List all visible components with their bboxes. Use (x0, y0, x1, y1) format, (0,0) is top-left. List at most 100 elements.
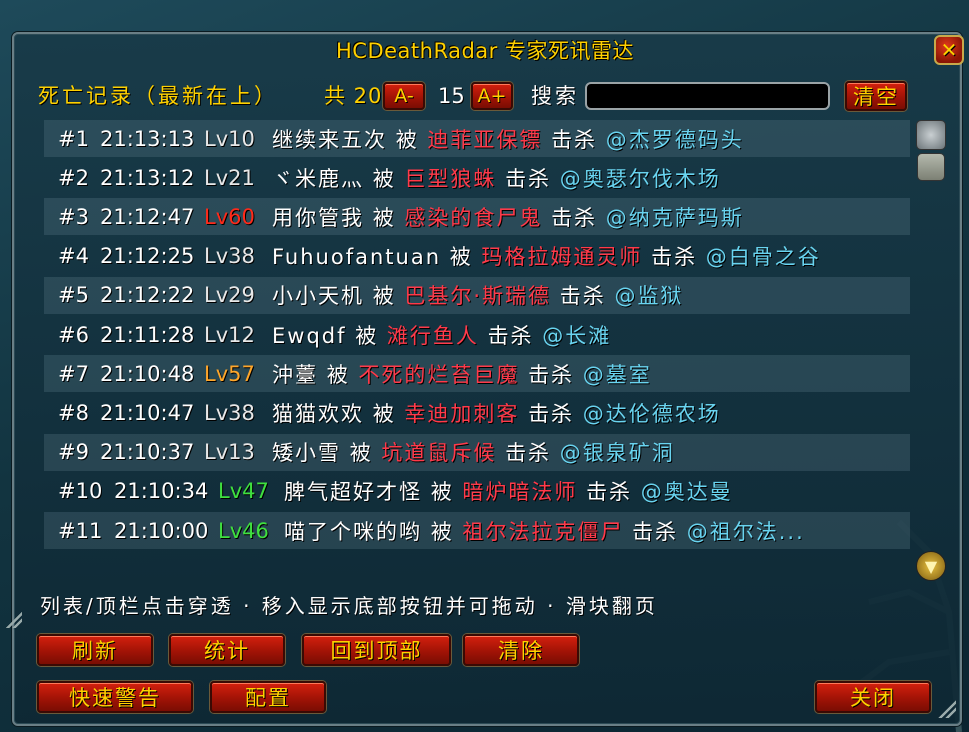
font-decrease-button[interactable]: A- (383, 82, 425, 110)
record-detail: ヾ米鹿灬 被 巨型狼蛛 击杀 @奥瑟尔伐木场 (272, 163, 721, 193)
record-number: #6 (58, 322, 89, 347)
killed-by-label: 被 (430, 480, 454, 505)
killed-label: 击杀 (559, 284, 606, 309)
death-location: @银泉矿洞 (559, 441, 675, 466)
killer-name: 感染的食尸鬼 (404, 205, 543, 230)
player-name: 猫猫欢欢 (272, 401, 364, 426)
record-number: #4 (58, 244, 89, 269)
killed-by-label: 被 (372, 401, 396, 426)
record-time: 21:13:12 (100, 165, 195, 190)
font-size-value: 15 (438, 84, 465, 108)
killed-by-label: 被 (326, 362, 350, 387)
record-row[interactable]: #4 21:12:25 Lv38 Fuhuofantuan 被 玛格拉姆通灵师 击杀 … (44, 238, 910, 275)
record-time: 21:10:37 (100, 440, 195, 465)
refresh-button[interactable]: 刷新 (37, 634, 153, 666)
record-detail: Fuhuofantuan 被 玛格拉姆通灵师 击杀 @白骨之谷 (272, 241, 821, 271)
killer-name: 暗炉暗法师 (462, 480, 578, 505)
killed-by-label: 被 (372, 166, 396, 191)
stats-button[interactable]: 统计 (169, 634, 285, 666)
record-number: #9 (58, 440, 89, 465)
usage-hint: 列表/顶栏点击穿透 · 移入显示底部按钮并可拖动 · 滑块翻页 (40, 594, 658, 618)
death-location: @纳克萨玛斯 (605, 205, 744, 230)
record-row[interactable]: #7 21:10:48 Lv57 沖薹 被 不死的烂苔巨魔 击杀 @墓室 (44, 355, 910, 393)
scrollbar-thumb[interactable] (917, 153, 945, 181)
record-level: Lv10 (204, 126, 255, 151)
player-name: ヾ米鹿灬 (272, 166, 364, 191)
player-name: 继续来五次 (272, 127, 387, 152)
killed-label: 击杀 (528, 362, 575, 387)
killer-name: 迪菲亚保镖 (427, 127, 543, 152)
font-increase-button[interactable]: A+ (471, 82, 513, 110)
player-name: 沖薹 (272, 362, 318, 387)
section-label: 死亡记录（最新在上） (38, 84, 278, 108)
record-row[interactable]: #9 21:10:37 Lv13 矮小雪 被 坑道鼠斥候 击杀 @银泉矿洞 (44, 433, 910, 471)
record-row[interactable]: #2 21:13:12 Lv21 ヾ米鹿灬 被 巨型狼蛛 击杀 @奥瑟尔伐木场 (44, 159, 910, 196)
search-label: 搜索 (531, 84, 579, 108)
death-location: @监狱 (614, 284, 684, 309)
player-name: Fuhuofantuan (272, 245, 442, 270)
death-location: @墓室 (582, 362, 652, 387)
killed-label: 击杀 (586, 480, 633, 505)
killed-by-label: 被 (372, 205, 396, 230)
resize-grip-right[interactable] (938, 700, 956, 718)
record-detail: Ewqdf 被 滩行鱼人 击杀 @长滩 (272, 320, 611, 350)
record-time: 21:10:34 (114, 479, 209, 504)
record-detail: 矮小雪 被 坑道鼠斥候 击杀 @银泉矿洞 (272, 437, 675, 467)
record-level: Lv12 (204, 322, 255, 347)
death-location: @奥瑟尔伐木场 (559, 166, 721, 191)
record-level: Lv46 (218, 518, 269, 543)
record-time: 21:13:13 (100, 126, 195, 151)
clear-search-button[interactable]: 清空 (845, 81, 907, 111)
record-row[interactable]: #3 21:12:47 Lv60 用你管我 被 感染的食尸鬼 击杀 @纳克萨玛斯 (44, 198, 910, 236)
killer-name: 玛格拉姆通灵师 (481, 245, 643, 270)
death-location: @祖尔法... (686, 519, 805, 544)
record-row[interactable]: #1 21:13:13 Lv10 继续来五次 被 迪菲亚保镖 击杀 @杰罗德码头 (44, 120, 910, 157)
record-time: 21:12:47 (100, 204, 195, 229)
killed-label: 击杀 (632, 519, 679, 544)
player-name: 脾气超好才怪 (284, 480, 422, 505)
record-time: 21:10:48 (100, 361, 195, 386)
player-name: Ewqdf (272, 323, 347, 348)
resize-grip-left[interactable] (6, 612, 22, 628)
record-detail: 猫猫欢欢 被 幸迪加刺客 击杀 @达伦德农场 (272, 398, 721, 428)
killed-label: 击杀 (487, 323, 534, 348)
record-number: #10 (58, 479, 103, 504)
config-button[interactable]: 配置 (210, 681, 326, 713)
record-number: #7 (58, 361, 89, 386)
record-number: #3 (58, 204, 89, 229)
death-location: @白骨之谷 (705, 245, 821, 270)
record-row[interactable]: #5 21:12:22 Lv29 小小天机 被 巴基尔·斯瑞德 击杀 @监狱 (44, 276, 910, 314)
killed-label: 击杀 (505, 441, 552, 466)
window-title: HCDeathRadar 专家死讯雷达 (336, 39, 634, 63)
killer-name: 不死的烂苔巨魔 (358, 362, 520, 387)
close-icon[interactable]: ✕ (934, 35, 964, 65)
clear-records-button[interactable]: 清除 (463, 634, 579, 666)
record-number: #1 (58, 126, 89, 151)
back-to-top-button[interactable]: 回到顶部 (302, 634, 451, 666)
record-time: 21:12:22 (100, 283, 195, 308)
scroll-down-icon[interactable]: ▼ (916, 551, 946, 581)
killed-label: 击杀 (505, 166, 552, 191)
record-row[interactable]: #8 21:10:47 Lv38 猫猫欢欢 被 幸迪加刺客 击杀 @达伦德农场 (44, 394, 910, 431)
killed-label: 击杀 (528, 401, 575, 426)
record-time: 21:10:00 (114, 518, 209, 543)
close-button[interactable]: 关闭 (815, 681, 931, 713)
quick-alert-button[interactable]: 快速警告 (37, 681, 193, 713)
record-row[interactable]: #10 21:10:34 Lv47 脾气超好才怪 被 暗炉暗法师 击杀 @奥达曼 (44, 473, 910, 510)
killed-by-label: 被 (372, 284, 396, 309)
scroll-up-icon[interactable] (916, 120, 946, 150)
record-time: 21:12:25 (100, 244, 195, 269)
record-level: Lv13 (204, 440, 255, 465)
death-location: @奥达曼 (640, 480, 733, 505)
record-row[interactable]: #6 21:11:28 Lv12 Ewqdf 被 滩行鱼人 击杀 @长滩 (44, 316, 910, 353)
record-time: 21:10:47 (100, 400, 195, 425)
death-record-list[interactable]: #1 21:13:13 Lv10 继续来五次 被 迪菲亚保镖 击杀 @杰罗德码头 #2 2… (44, 120, 910, 552)
search-input[interactable] (585, 82, 830, 110)
title-bar[interactable]: HCDeathRadar 专家死讯雷达 (14, 34, 956, 66)
killed-label: 击杀 (551, 127, 598, 152)
record-level: Lv38 (204, 244, 255, 269)
record-detail: 继续来五次 被 迪菲亚保镖 击杀 @杰罗德码头 (272, 124, 744, 154)
record-row[interactable]: #11 21:10:00 Lv46 喵了个咪的哟 被 祖尔法拉克僵尸 击杀 @祖尔法.… (44, 512, 910, 549)
player-name: 用你管我 (272, 205, 364, 230)
killer-name: 巨型狼蛛 (404, 166, 497, 191)
